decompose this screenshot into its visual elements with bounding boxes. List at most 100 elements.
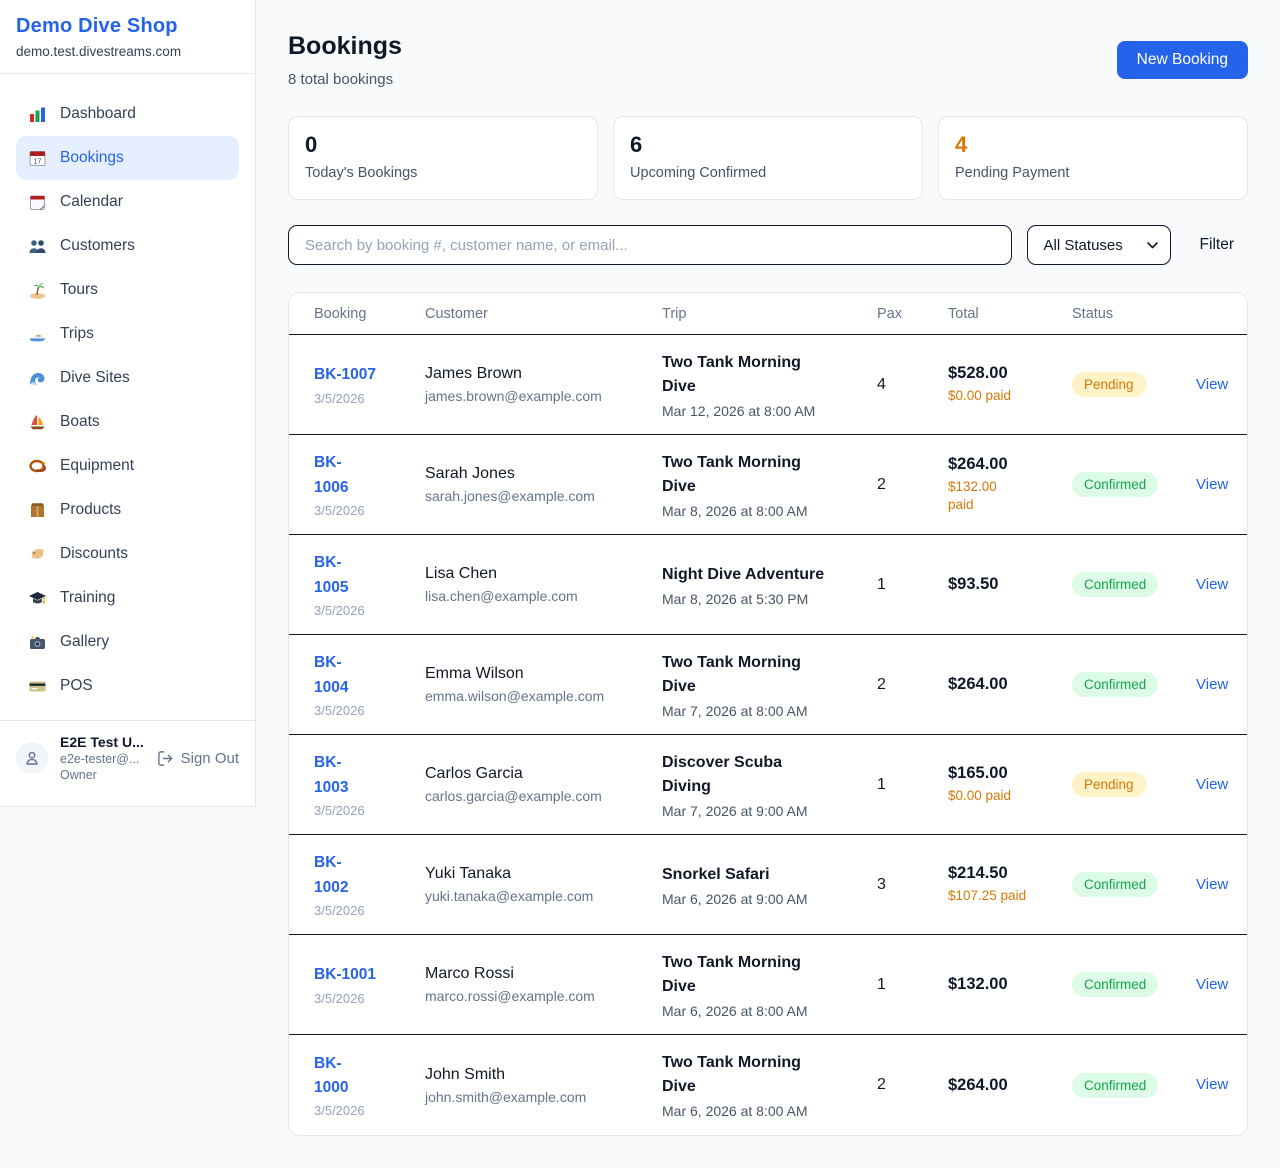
customer-email: carlos.garcia@example.com (425, 788, 662, 804)
booking-cell: BK- 1004 3/5/2026 (314, 651, 425, 717)
booking-cell: BK-1007 3/5/2026 (314, 363, 425, 405)
trip-cell: Snorkel Safari Mar 6, 2026 at 9:00 AM (662, 863, 877, 907)
wave-icon (28, 369, 47, 388)
trip-name: Night Dive Adventure (662, 563, 877, 587)
booking-cell: BK-1001 3/5/2026 (314, 963, 425, 1005)
table-row: BK-1007 3/5/2026 James Brown james.brown… (289, 335, 1247, 435)
actions-cell: View (1196, 876, 1232, 894)
total-amount: $528.00 (948, 364, 1072, 383)
sidebar-item-label: Tours (60, 281, 98, 299)
view-link[interactable]: View (1196, 676, 1228, 693)
filter-button[interactable]: Filter (1186, 236, 1248, 254)
pax-value: 3 (877, 876, 948, 894)
column-header-trip: Trip (662, 306, 877, 322)
trip-name: Two Tank Morning Dive (662, 451, 877, 499)
view-link[interactable]: View (1196, 576, 1228, 593)
booking-id-link[interactable]: BK-1007 (314, 363, 425, 387)
customer-name: Marco Rossi (425, 965, 662, 983)
view-link[interactable]: View (1196, 1076, 1228, 1093)
sidebar-item-label: Equipment (60, 457, 134, 475)
sidebar-item-dashboard[interactable]: Dashboard (16, 92, 239, 136)
view-link[interactable]: View (1196, 876, 1228, 893)
sidebar-item-customers[interactable]: Customers (16, 224, 239, 268)
booking-id-link[interactable]: BK- 1002 (314, 851, 425, 899)
status-cell: Confirmed (1072, 672, 1196, 697)
sidebar-item-bookings[interactable]: 17 Bookings (16, 136, 239, 180)
status-cell: Confirmed (1072, 872, 1196, 897)
trip-datetime: Mar 12, 2026 at 8:00 AM (662, 403, 877, 419)
customer-name: Lisa Chen (425, 565, 662, 583)
new-booking-button[interactable]: New Booking (1117, 41, 1248, 79)
graduation-cap-icon (28, 589, 47, 608)
booking-id-link[interactable]: BK- 1003 (314, 751, 425, 799)
booking-id-link[interactable]: BK- 1004 (314, 651, 425, 699)
total-cell: $165.00 $0.00 paid (948, 764, 1072, 805)
pax-value: 2 (877, 676, 948, 694)
column-header-booking: Booking (314, 306, 425, 322)
sign-out-button[interactable]: Sign Out (157, 750, 239, 767)
total-cell: $264.00 $132.00 paid (948, 455, 1072, 514)
trip-cell: Two Tank Morning Dive Mar 6, 2026 at 8:0… (662, 1051, 877, 1119)
sign-out-icon (157, 750, 174, 767)
stat-card-pending-payment: 4 Pending Payment (938, 116, 1248, 200)
booking-cell: BK- 1002 3/5/2026 (314, 851, 425, 917)
customer-email: john.smith@example.com (425, 1089, 662, 1105)
sidebar-item-trips[interactable]: Trips (16, 312, 239, 356)
status-cell: Confirmed (1072, 1073, 1196, 1098)
actions-cell: View (1196, 676, 1232, 694)
pax-value: 4 (877, 376, 948, 394)
view-link[interactable]: View (1196, 776, 1228, 793)
actions-cell: View (1196, 1076, 1232, 1094)
total-amount: $93.50 (948, 575, 1072, 594)
table-row: BK- 1003 3/5/2026 Carlos Garcia carlos.g… (289, 735, 1247, 835)
main-content: Bookings 8 total bookings New Booking 0 … (256, 0, 1280, 1168)
user-email: e2e-tester@... (60, 752, 145, 766)
trip-cell: Two Tank Morning Dive Mar 12, 2026 at 8:… (662, 351, 877, 419)
booking-cell: BK- 1003 3/5/2026 (314, 751, 425, 817)
customer-cell: Carlos Garcia carlos.garcia@example.com (425, 765, 662, 804)
sidebar-item-products[interactable]: Products (16, 488, 239, 532)
booking-id-link[interactable]: BK- 1006 (314, 451, 425, 499)
trip-cell: Night Dive Adventure Mar 8, 2026 at 5:30… (662, 563, 877, 607)
status-filter-select[interactable]: All Statuses (1027, 225, 1171, 265)
sidebar: Demo Dive Shop demo.test.divestreams.com… (0, 0, 256, 807)
stat-value: 0 (305, 132, 581, 158)
sidebar-item-training[interactable]: Training (16, 576, 239, 620)
sidebar-item-pos[interactable]: POS (16, 664, 239, 708)
trip-cell: Two Tank Morning Dive Mar 7, 2026 at 8:0… (662, 651, 877, 719)
sidebar-item-boats[interactable]: Boats (16, 400, 239, 444)
view-link[interactable]: View (1196, 976, 1228, 993)
status-cell: Confirmed (1072, 972, 1196, 997)
booking-id-link[interactable]: BK- 1005 (314, 551, 425, 599)
view-link[interactable]: View (1196, 476, 1228, 493)
booking-cell: BK- 1006 3/5/2026 (314, 451, 425, 517)
customer-name: Yuki Tanaka (425, 865, 662, 883)
trip-datetime: Mar 8, 2026 at 5:30 PM (662, 591, 877, 607)
dive-mask-icon (28, 457, 47, 476)
trip-datetime: Mar 6, 2026 at 9:00 AM (662, 891, 877, 907)
total-amount: $214.50 (948, 864, 1072, 883)
customer-email: emma.wilson@example.com (425, 688, 662, 704)
view-link[interactable]: View (1196, 376, 1228, 393)
sidebar-item-equipment[interactable]: Equipment (16, 444, 239, 488)
customer-cell: Lisa Chen lisa.chen@example.com (425, 565, 662, 604)
booking-id-link[interactable]: BK- 1000 (314, 1052, 425, 1100)
actions-cell: View (1196, 376, 1232, 394)
status-badge: Confirmed (1072, 972, 1158, 997)
sidebar-item-tours[interactable]: Tours (16, 268, 239, 312)
paid-amount: $0.00 paid (948, 787, 1072, 805)
sidebar-item-label: Dashboard (60, 105, 136, 123)
booking-date: 3/5/2026 (314, 391, 425, 406)
sidebar-item-dive-sites[interactable]: Dive Sites (16, 356, 239, 400)
sidebar-item-discounts[interactable]: Discounts (16, 532, 239, 576)
status-badge: Confirmed (1072, 1073, 1158, 1098)
customer-email: sarah.jones@example.com (425, 488, 662, 504)
actions-cell: View (1196, 976, 1232, 994)
search-input[interactable] (288, 225, 1012, 265)
booking-date: 3/5/2026 (314, 903, 425, 918)
sidebar-item-label: Boats (60, 413, 100, 431)
booking-id-link[interactable]: BK-1001 (314, 963, 425, 987)
trip-name: Two Tank Morning Dive (662, 951, 877, 999)
sidebar-item-gallery[interactable]: Gallery (16, 620, 239, 664)
sidebar-item-calendar[interactable]: Calendar (16, 180, 239, 224)
